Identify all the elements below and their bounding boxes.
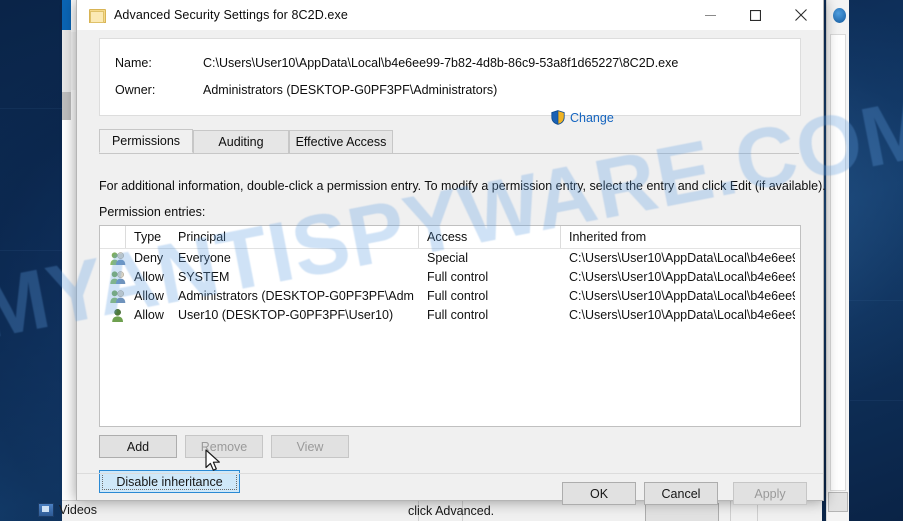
ok-button[interactable]: OK — [562, 482, 636, 505]
instruction-text: For additional information, double-click… — [99, 179, 826, 193]
table-row[interactable]: Allow User10 (DESKTOP-G0PF3PF\User10) Fu… — [100, 306, 800, 325]
table-header-row: Type Principal Access Inherited from — [100, 226, 800, 249]
column-header-inherited-from[interactable]: Inherited from — [569, 230, 646, 244]
remove-button: Remove — [185, 435, 263, 458]
dialog-title: Advanced Security Settings for 8C2D.exe — [114, 8, 348, 22]
cell-principal: Everyone — [178, 251, 231, 265]
tab-strip: Permissions Auditing Effective Access — [99, 129, 799, 154]
background-app-orb-icon — [833, 8, 846, 23]
close-button[interactable] — [778, 0, 823, 30]
apply-button: Apply — [733, 482, 807, 505]
column-header-access[interactable]: Access — [427, 230, 467, 244]
table-row[interactable]: Deny Everyone Special C:\Users\User10\Ap… — [100, 249, 800, 268]
cell-principal: Administrators (DESKTOP-G0PF3PF\Admini..… — [178, 289, 414, 303]
group-users-icon — [110, 270, 126, 285]
cell-principal: SYSTEM — [178, 270, 230, 284]
single-user-icon — [110, 308, 126, 323]
tab-label: Auditing — [218, 135, 264, 149]
column-separator — [560, 226, 561, 248]
table-row[interactable]: Allow SYSTEM Full control C:\Users\User1… — [100, 268, 800, 287]
name-label: Name: — [115, 56, 152, 70]
background-right-button[interactable] — [828, 492, 848, 512]
cell-inherited-from: C:\Users\User10\AppData\Local\b4e6ee99-7… — [569, 308, 795, 322]
view-button-label: View — [296, 439, 324, 454]
window-controls — [688, 0, 823, 30]
background-explorer-accent-low — [62, 92, 71, 120]
minimize-button[interactable] — [688, 0, 733, 30]
file-folder-icon — [89, 7, 106, 23]
ok-button-label: OK — [589, 486, 609, 501]
group-users-icon — [110, 251, 126, 266]
view-button: View — [271, 435, 349, 458]
tab-auditing[interactable]: Auditing — [193, 130, 289, 153]
background-strip-divider — [730, 500, 731, 521]
cell-type: Allow — [134, 270, 164, 284]
background-explorer-accent-mid — [62, 30, 71, 92]
cell-inherited-from: C:\Users\User10\AppData\Local\b4e6ee99-7… — [569, 251, 795, 265]
owner-value: Administrators (DESKTOP-G0PF3PF\Administ… — [203, 83, 498, 97]
cell-access: Full control — [427, 308, 489, 322]
change-owner-link[interactable]: Change — [551, 110, 614, 125]
background-explorer-accent-top — [62, 0, 71, 30]
background-nav-item-videos[interactable]: Videos — [38, 503, 97, 517]
change-link-label: Change — [570, 110, 614, 125]
group-users-icon — [110, 289, 126, 304]
videos-folder-icon — [38, 503, 54, 517]
remove-button-label: Remove — [200, 439, 248, 454]
tab-label: Effective Access — [295, 135, 387, 149]
maximize-button[interactable] — [733, 0, 778, 30]
column-header-principal[interactable]: Principal — [178, 230, 226, 244]
apply-button-label: Apply — [754, 486, 786, 501]
cell-access: Special — [427, 251, 468, 265]
permission-entries-label: Permission entries: — [99, 205, 206, 219]
screen: Videos click Advanced. Advanced Security… — [0, 0, 903, 521]
cell-type: Allow — [134, 289, 164, 303]
tab-effective-access[interactable]: Effective Access — [289, 130, 393, 153]
footer-divider — [77, 473, 823, 474]
column-separator — [418, 226, 419, 248]
column-header-type[interactable]: Type — [134, 230, 161, 244]
tab-label: Permissions — [111, 134, 181, 148]
owner-label: Owner: — [115, 83, 156, 97]
table-row[interactable]: Allow Administrators (DESKTOP-G0PF3PF\Ad… — [100, 287, 800, 306]
name-value: C:\Users\User10\AppData\Local\b4e6ee99-7… — [203, 56, 679, 70]
column-separator — [125, 226, 126, 248]
background-advanced-button[interactable] — [645, 503, 719, 521]
cell-inherited-from: C:\Users\User10\AppData\Local\b4e6ee99-7… — [569, 289, 795, 303]
background-nav-item-label: Videos — [59, 503, 97, 517]
add-button[interactable]: Add — [99, 435, 177, 458]
advanced-security-settings-dialog: Advanced Security Settings for 8C2D.exe … — [76, 0, 826, 505]
dialog-body: Name: C:\Users\User10\AppData\Local\b4e6… — [77, 30, 826, 505]
background-right-list — [830, 34, 846, 491]
cancel-button[interactable]: Cancel — [644, 482, 718, 505]
cell-access: Full control — [427, 270, 489, 284]
cell-inherited-from: C:\Users\User10\AppData\Local\b4e6ee99-7… — [569, 270, 795, 284]
tab-permissions[interactable]: Permissions — [99, 129, 193, 153]
cell-principal: User10 (DESKTOP-G0PF3PF\User10) — [178, 308, 394, 322]
cell-type: Allow — [134, 308, 164, 322]
background-instruction-text: click Advanced. — [408, 504, 495, 518]
add-button-label: Add — [126, 439, 150, 454]
disable-inheritance-button-label: Disable inheritance — [116, 474, 223, 489]
object-info-panel: Name: C:\Users\User10\AppData\Local\b4e6… — [99, 38, 801, 116]
permission-entries-table[interactable]: Type Principal Access Inherited from Den… — [99, 225, 801, 427]
uac-shield-icon — [551, 110, 565, 125]
cancel-button-label: Cancel — [661, 486, 701, 501]
cell-type: Deny — [134, 251, 164, 265]
cell-access: Full control — [427, 289, 489, 303]
dialog-titlebar[interactable]: Advanced Security Settings for 8C2D.exe — [77, 0, 823, 30]
